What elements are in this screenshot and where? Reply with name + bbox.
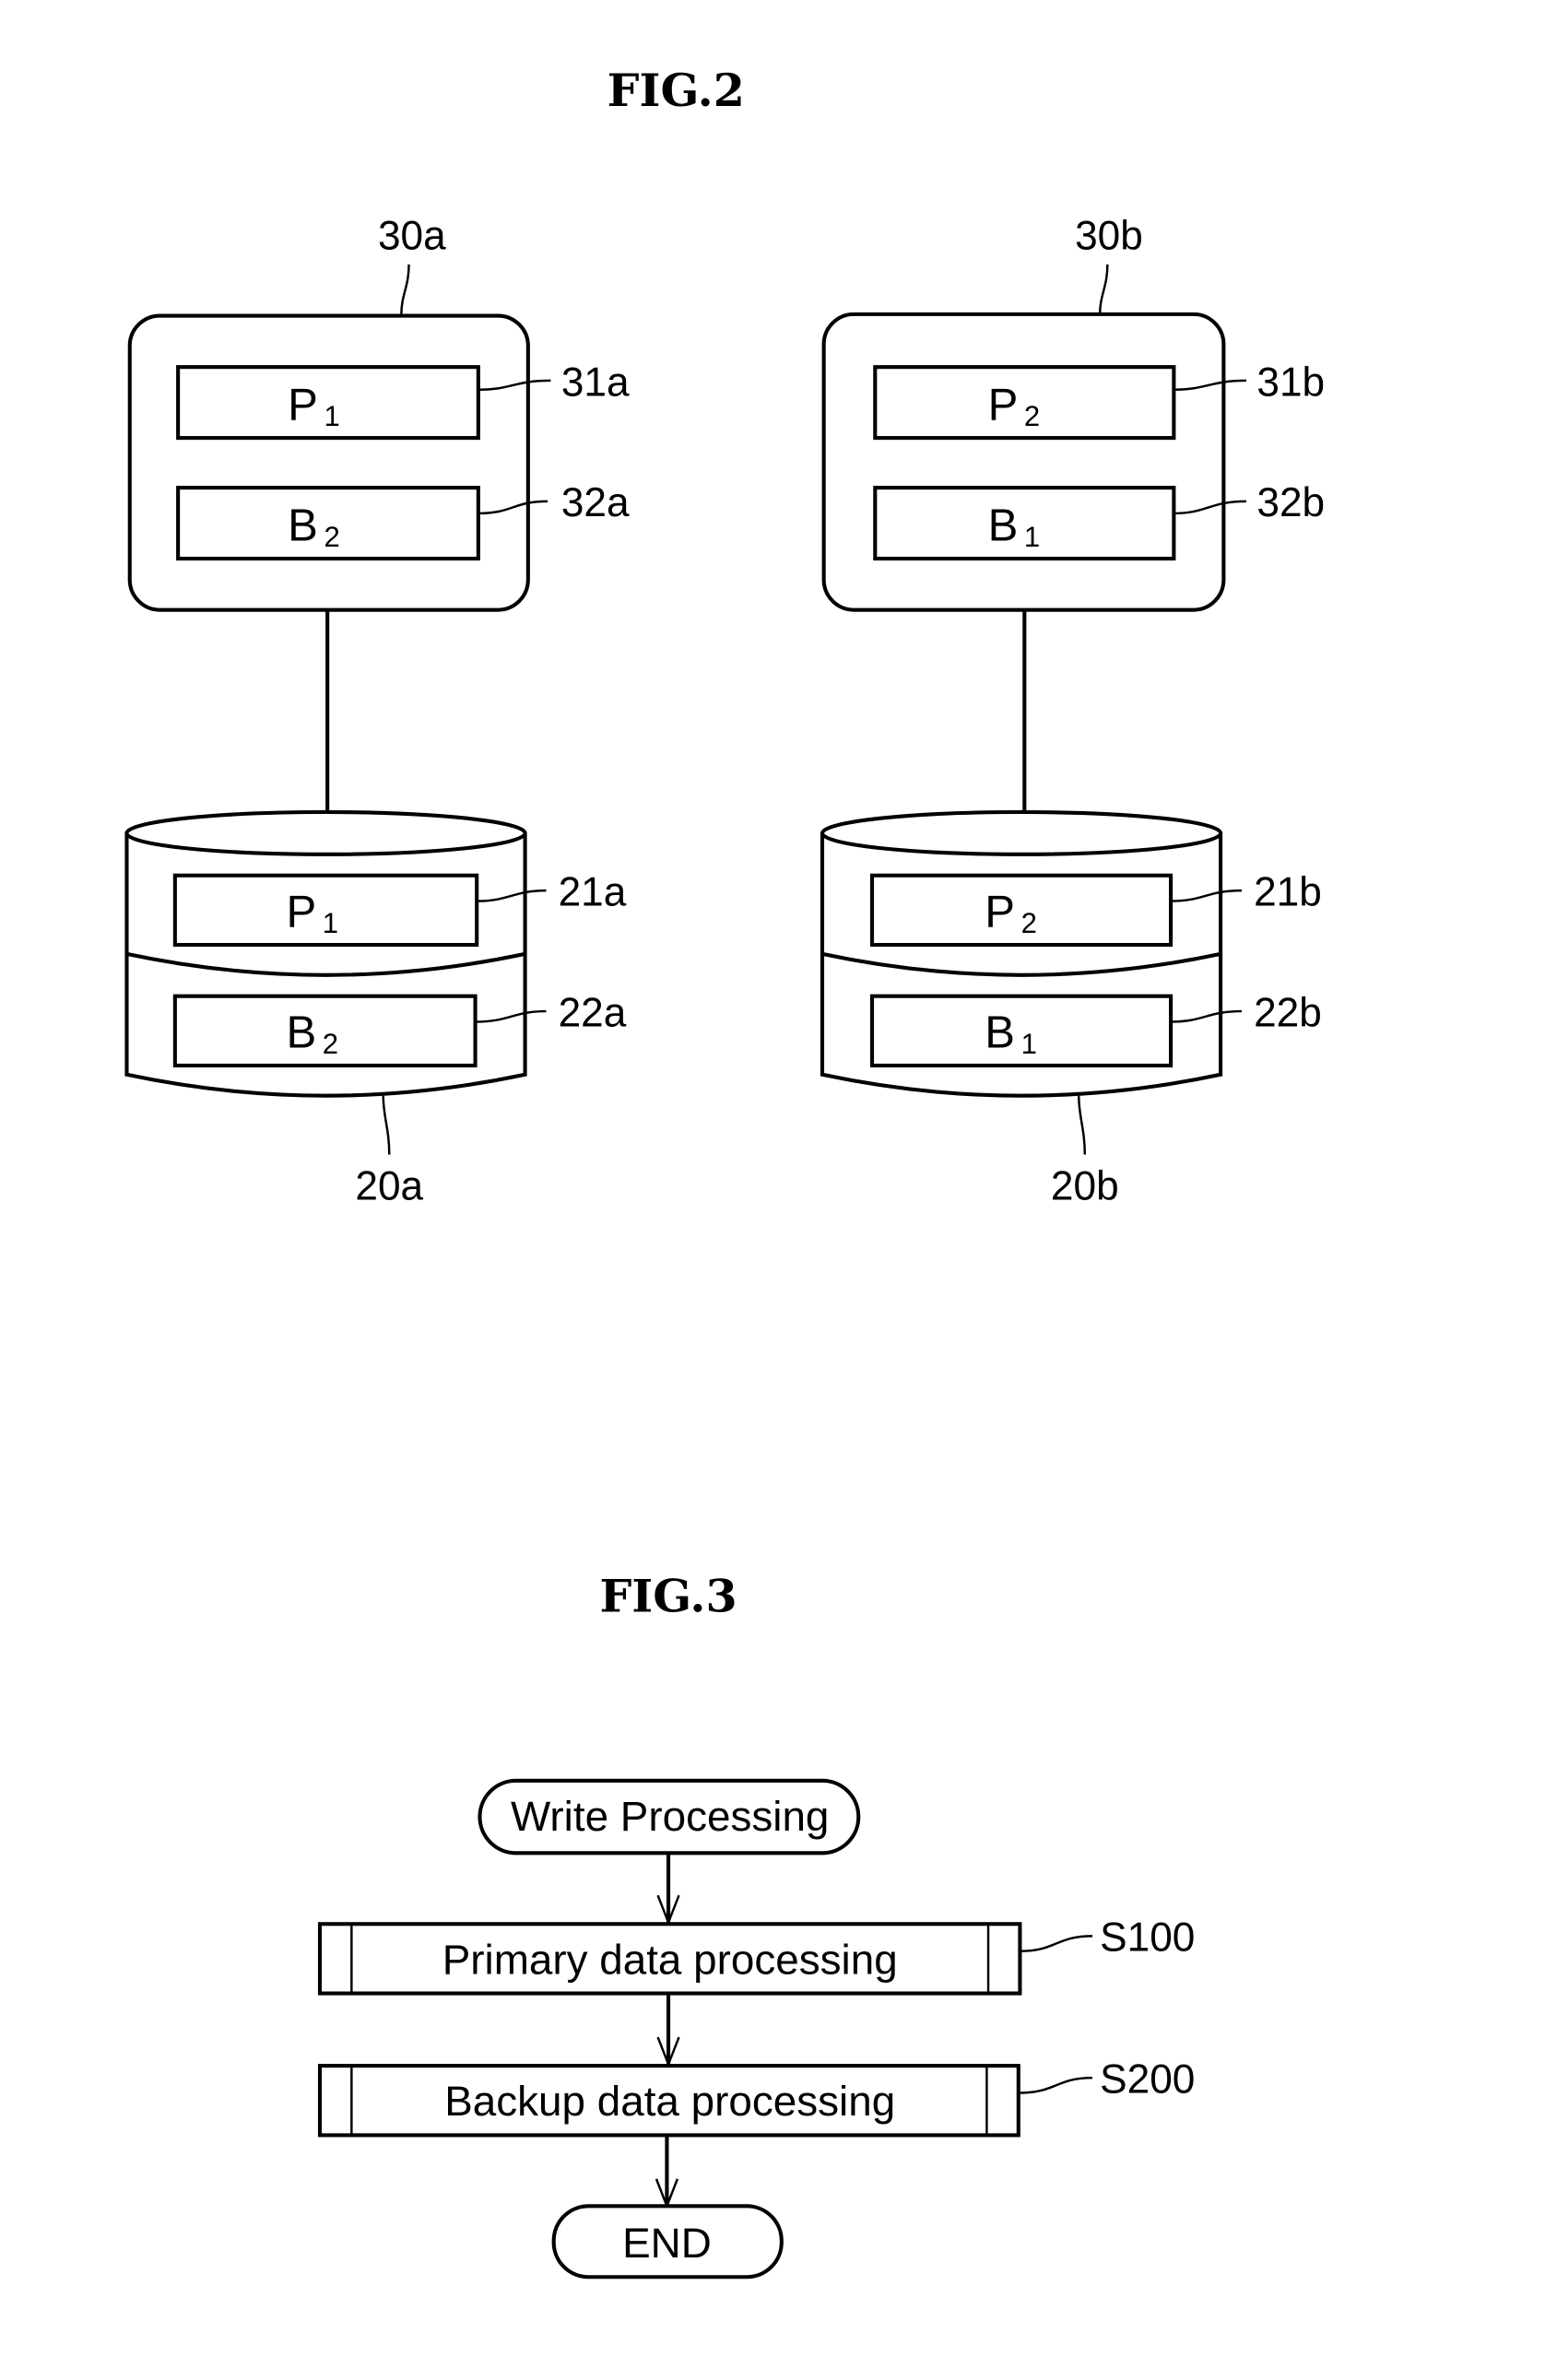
flowchart: Write Processing Primary data processing…: [317, 1778, 1195, 2280]
node-a: 30a P1 31a B2 32a P1 21a B2 22a 20a: [124, 214, 630, 1209]
ref-label-s100: S100: [1100, 1915, 1195, 1961]
ref-label-30b: 30b: [1075, 214, 1143, 259]
ref-label-31a: 31a: [561, 359, 630, 405]
leader-line-20a: [382, 1095, 391, 1155]
step-label-s100: Primary data processing: [442, 1936, 898, 1983]
patent-figure-sheet: FIG.2 30a P1 31a B2 32a P1 21a B2 22a 20: [124, 64, 1325, 2280]
ref-label-20b: 20b: [1051, 1164, 1119, 1209]
ref-label-21b: 21b: [1254, 869, 1322, 914]
node-b: 30b P2 31b B1 32b P2 21b B1 22b 20b: [820, 214, 1325, 1209]
ref-label-20a: 20a: [355, 1164, 423, 1209]
leader-line-20b: [1078, 1095, 1087, 1155]
start-terminal-label: Write Processing: [511, 1793, 829, 1840]
leader-line-30b: [1098, 264, 1109, 314]
computer-30b: [821, 312, 1226, 612]
ref-label-32a: 32a: [561, 480, 630, 525]
leader-line-s200: [1018, 2076, 1092, 2094]
ref-label-22a: 22a: [559, 990, 627, 1035]
leader-line-s100: [1020, 1935, 1092, 1952]
end-terminal-label: END: [622, 2220, 712, 2267]
ref-label-32b: 32b: [1256, 480, 1325, 525]
ref-label-21a: 21a: [559, 869, 627, 914]
ref-label-31b: 31b: [1256, 359, 1325, 405]
step-label-s200: Backup data processing: [444, 2078, 895, 2125]
fig2-title: FIG.2: [607, 64, 745, 117]
ref-label-s200: S200: [1100, 2057, 1195, 2103]
computer-30a: [127, 313, 530, 612]
ref-label-30a: 30a: [378, 214, 446, 259]
leader-line-30a: [400, 264, 410, 314]
fig3-title: FIG.3: [599, 1569, 737, 1622]
ref-label-22b: 22b: [1254, 990, 1322, 1035]
